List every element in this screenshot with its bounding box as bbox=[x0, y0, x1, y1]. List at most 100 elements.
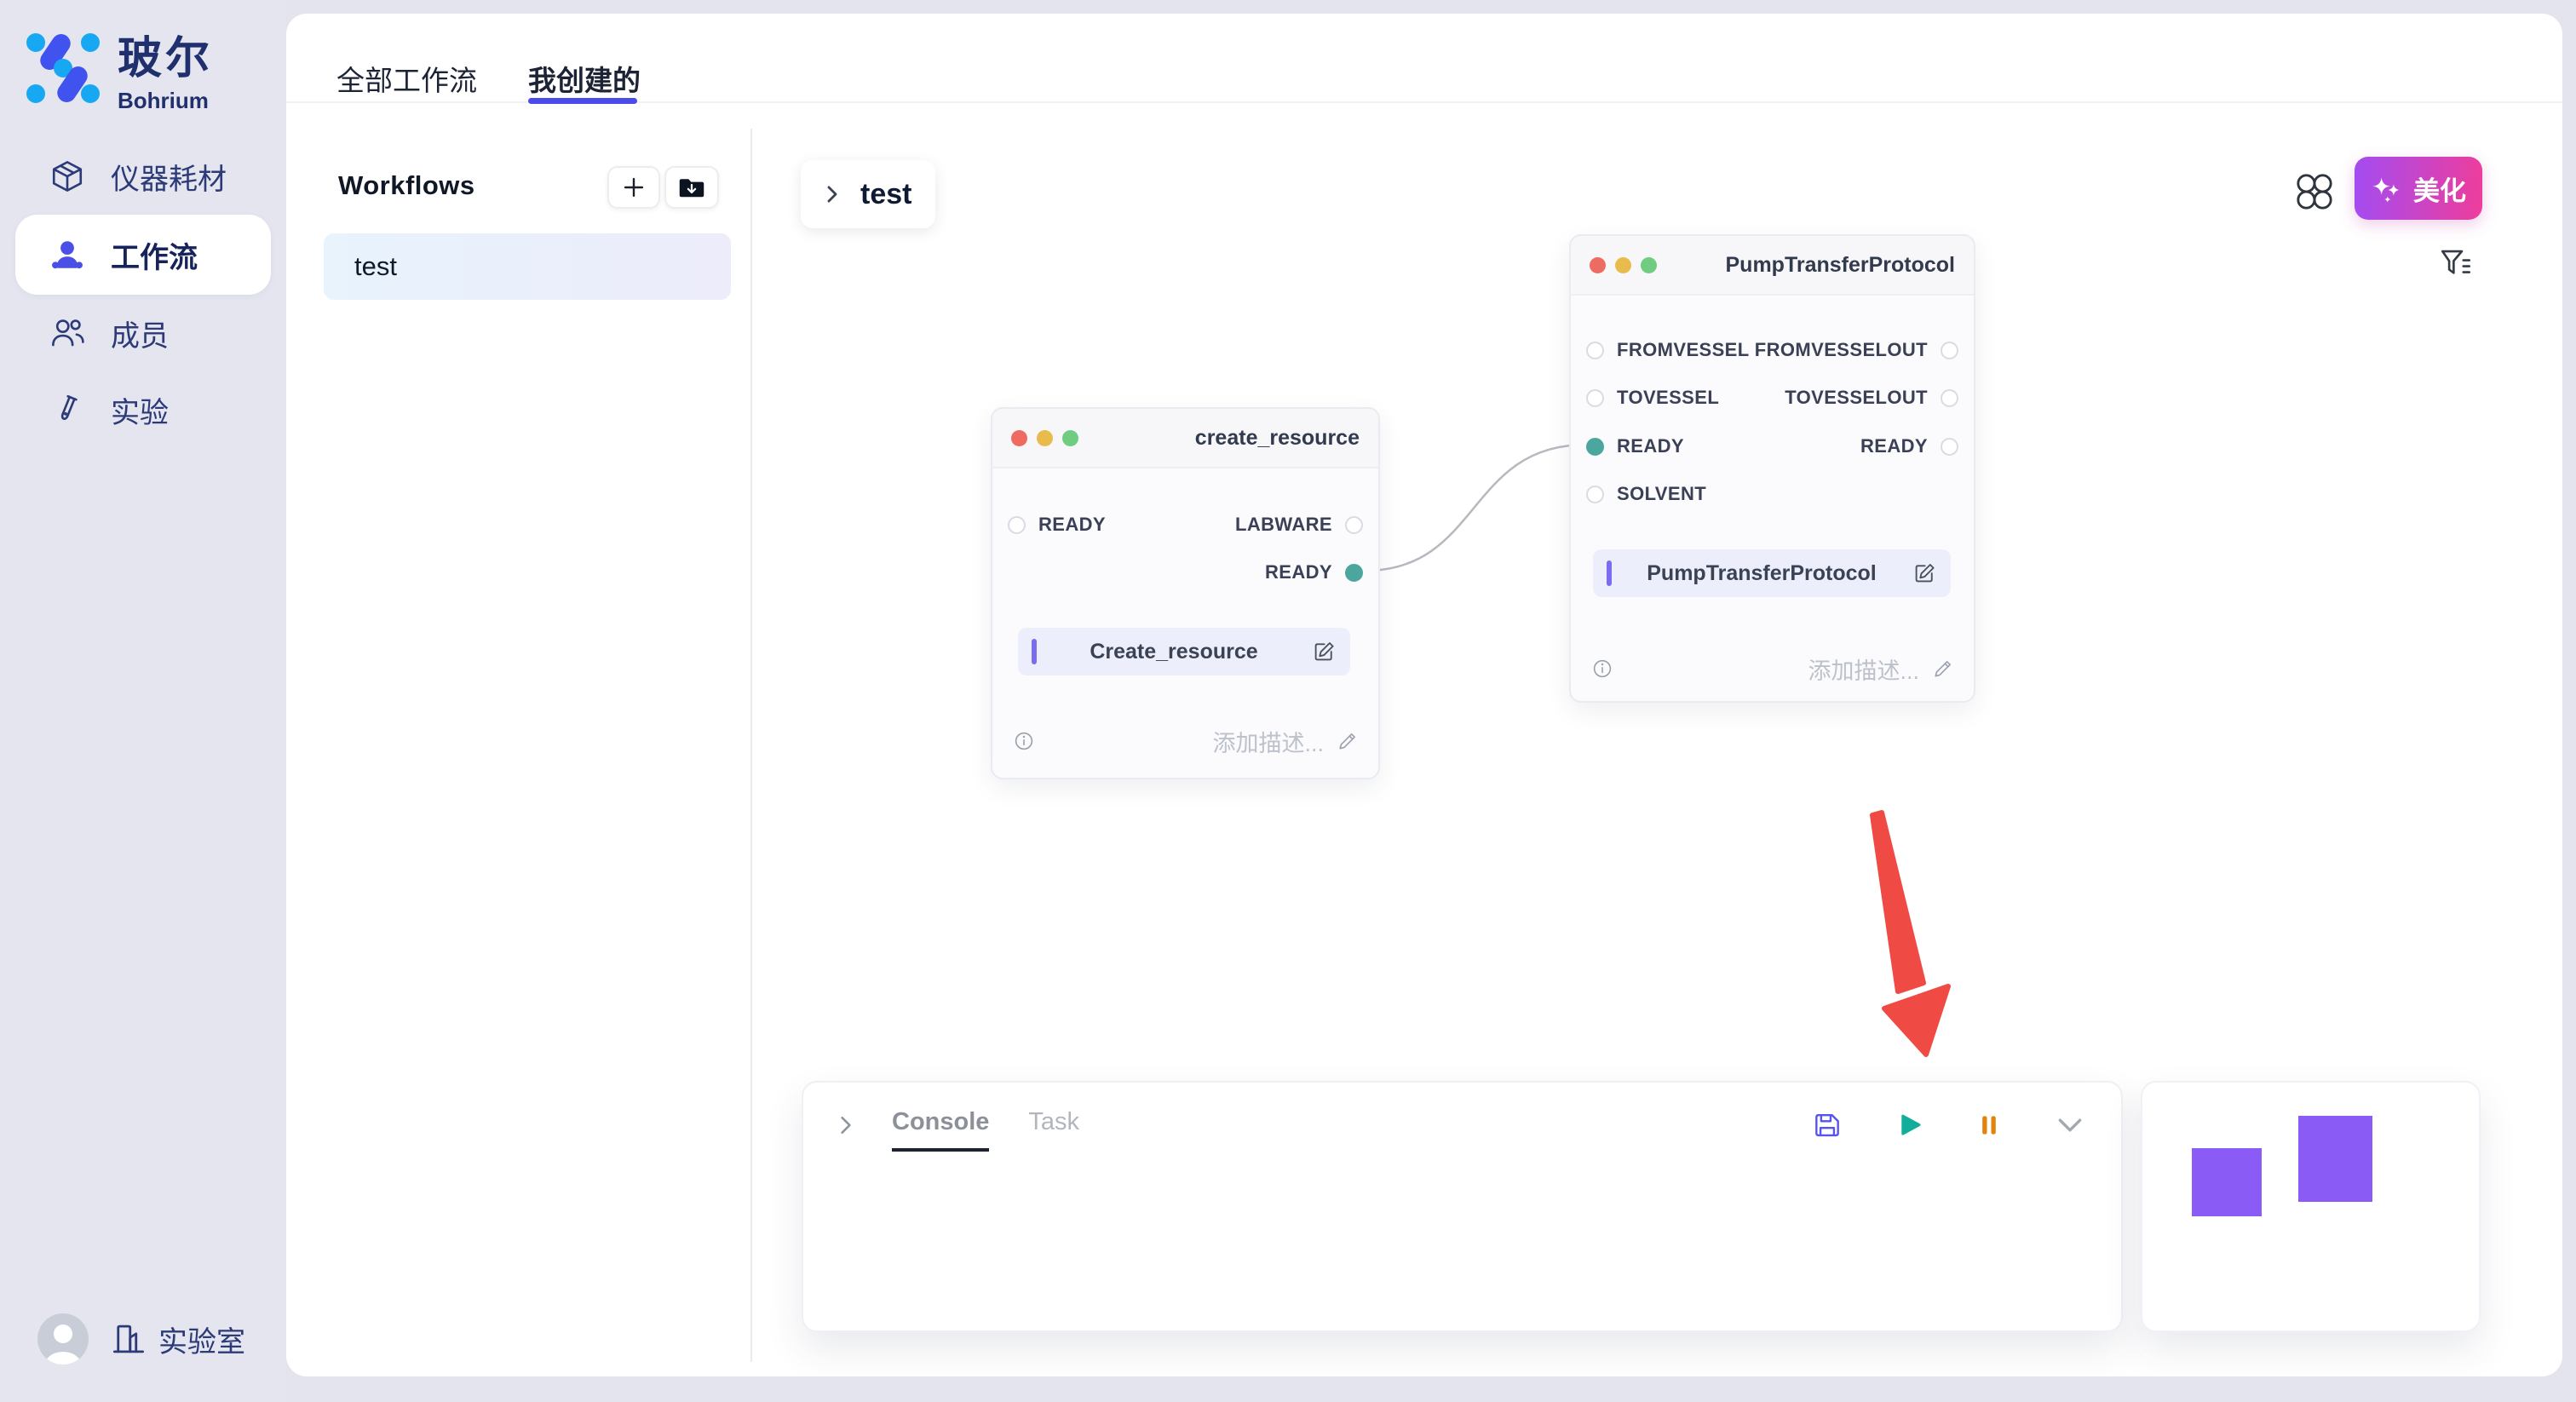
port-label: FROMVESSEL bbox=[1617, 339, 1750, 361]
console-panel: Console Task bbox=[802, 1081, 2123, 1332]
traffic-dot-red bbox=[1590, 257, 1606, 273]
pencil-icon[interactable] bbox=[1336, 729, 1360, 753]
workflows-panel-title: Workflows bbox=[338, 170, 475, 201]
input-port-ready[interactable] bbox=[1008, 516, 1026, 534]
workflow-list-item-test[interactable]: test bbox=[324, 233, 731, 300]
logo-text-en: Bohrium bbox=[118, 88, 213, 114]
port-label: LABWARE bbox=[1235, 514, 1332, 536]
minimap-node-rect bbox=[2298, 1116, 2372, 1202]
beautify-label: 美化 bbox=[2413, 170, 2466, 208]
input-port-fromvessel[interactable] bbox=[1586, 342, 1604, 359]
pause-button[interactable] bbox=[1975, 1111, 2004, 1144]
members-icon bbox=[49, 315, 85, 351]
node-title: PumpTransferProtocol bbox=[1726, 253, 1956, 278]
node-footer: 添加描述... bbox=[1011, 722, 1360, 760]
traffic-dot-green bbox=[1641, 257, 1657, 273]
description-placeholder[interactable]: 添加描述... bbox=[1808, 652, 1919, 686]
port-label: SOLVENT bbox=[1617, 483, 1706, 505]
input-port-tovessel[interactable] bbox=[1586, 389, 1604, 407]
layout-grid-icon[interactable] bbox=[2295, 172, 2334, 211]
sidebar-item-label: 成员 bbox=[111, 313, 169, 354]
input-port-ready-connected[interactable] bbox=[1586, 438, 1604, 456]
workflow-item-label: test bbox=[354, 251, 397, 282]
node-task-pill[interactable]: PumpTransferProtocol bbox=[1593, 549, 1951, 597]
pause-icon bbox=[1975, 1111, 2004, 1140]
sidebar-item-members[interactable]: 成员 bbox=[0, 295, 286, 371]
expand-chevron-icon[interactable] bbox=[834, 1113, 858, 1137]
pill-accent-bar bbox=[1607, 560, 1612, 586]
output-port-labware[interactable] bbox=[1345, 516, 1363, 534]
input-port-solvent[interactable] bbox=[1586, 486, 1604, 503]
sidebar-item-workflow[interactable]: 工作流 bbox=[15, 215, 271, 295]
node-footer: 添加描述... bbox=[1590, 650, 1955, 687]
lab-label: 实验室 bbox=[158, 1319, 245, 1360]
sidebar-item-label: 实验 bbox=[111, 389, 169, 431]
tab-my-created[interactable]: 我创建的 bbox=[528, 58, 641, 99]
lab-switcher[interactable]: 实验室 bbox=[111, 1319, 245, 1360]
main-panel: 全部工作流 我创建的 Workflows test test create_r bbox=[286, 14, 2562, 1376]
port-label: READY bbox=[1617, 435, 1684, 457]
avatar-person-icon bbox=[37, 1313, 89, 1365]
node-title: create_resource bbox=[1195, 426, 1360, 451]
package-icon bbox=[49, 158, 85, 194]
sidebar-footer: 实验室 bbox=[37, 1313, 245, 1365]
filter-icon[interactable] bbox=[2438, 245, 2474, 281]
traffic-dot-red bbox=[1011, 430, 1027, 446]
collapse-button[interactable] bbox=[2053, 1108, 2087, 1146]
panel-divider bbox=[750, 129, 752, 1362]
sidebar-nav: 仪器耗材 工作流 成员 bbox=[0, 138, 286, 448]
import-workflow-button[interactable] bbox=[664, 166, 719, 209]
breadcrumb-label: test bbox=[860, 178, 911, 211]
edit-icon[interactable] bbox=[1311, 639, 1337, 664]
save-button[interactable] bbox=[1811, 1109, 1843, 1146]
console-tabs: Console Task bbox=[892, 1108, 1079, 1152]
port-row: READY READY bbox=[1586, 428, 1958, 465]
port-row: READY bbox=[1008, 554, 1363, 591]
run-button[interactable] bbox=[1893, 1109, 1925, 1146]
output-port-ready-connected[interactable] bbox=[1345, 564, 1363, 582]
tab-task[interactable]: Task bbox=[1028, 1108, 1079, 1152]
app-logo: 玻尔 Bohrium bbox=[26, 22, 213, 114]
port-row: READY LABWARE bbox=[1008, 506, 1363, 543]
sidebar: 玻尔 Bohrium 仪器耗材 工作流 bbox=[0, 0, 286, 1402]
pencil-icon[interactable] bbox=[1931, 657, 1955, 681]
info-icon[interactable] bbox=[1590, 656, 1615, 681]
active-tab-underline bbox=[528, 98, 637, 104]
sidebar-item-experiments[interactable]: 实验 bbox=[0, 371, 286, 448]
traffic-dot-amber bbox=[1037, 430, 1053, 446]
node-header: PumpTransferProtocol bbox=[1571, 236, 1974, 296]
console-header: Console Task bbox=[803, 1083, 2121, 1152]
port-label: READY bbox=[1038, 514, 1106, 536]
workspace-tabs: 全部工作流 我创建的 bbox=[286, 14, 2562, 103]
avatar[interactable] bbox=[37, 1313, 89, 1365]
node-pump-transfer-protocol[interactable]: PumpTransferProtocol FROMVESSEL FROMVESS… bbox=[1569, 234, 1975, 703]
port-label: READY bbox=[1860, 435, 1928, 457]
minimap[interactable] bbox=[2141, 1081, 2481, 1332]
bohrium-logo-icon bbox=[26, 31, 101, 106]
description-placeholder[interactable]: 添加描述... bbox=[1212, 725, 1324, 758]
breadcrumb[interactable]: test bbox=[801, 160, 935, 228]
port-label: FROMVESSELOUT bbox=[1755, 339, 1928, 361]
output-port-ready[interactable] bbox=[1941, 438, 1958, 456]
node-create-resource[interactable]: create_resource READY LABWARE READY Crea… bbox=[991, 407, 1380, 779]
pill-label: PumpTransferProtocol bbox=[1620, 561, 1903, 586]
sidebar-item-instruments[interactable]: 仪器耗材 bbox=[0, 138, 286, 215]
tab-all-workflows[interactable]: 全部工作流 bbox=[336, 58, 477, 99]
port-label: TOVESSEL bbox=[1617, 387, 1719, 409]
info-icon[interactable] bbox=[1011, 728, 1037, 754]
output-port-tovesselout[interactable] bbox=[1941, 389, 1958, 407]
edit-icon[interactable] bbox=[1912, 560, 1937, 586]
sidebar-item-label: 仪器耗材 bbox=[111, 156, 227, 198]
port-row: SOLVENT bbox=[1586, 475, 1958, 513]
chevron-right-icon bbox=[821, 183, 843, 205]
port-row: FROMVESSEL FROMVESSELOUT bbox=[1586, 331, 1958, 369]
node-task-pill[interactable]: Create_resource bbox=[1018, 628, 1350, 675]
port-label: TOVESSELOUT bbox=[1785, 387, 1928, 409]
sidebar-item-label: 工作流 bbox=[111, 234, 198, 276]
port-label: READY bbox=[1265, 561, 1332, 583]
tab-console[interactable]: Console bbox=[892, 1108, 989, 1152]
output-port-fromvesselout[interactable] bbox=[1941, 342, 1958, 359]
beautify-button[interactable]: 美化 bbox=[2355, 157, 2482, 220]
workflow-icon bbox=[49, 237, 85, 273]
add-workflow-button[interactable] bbox=[607, 166, 660, 209]
